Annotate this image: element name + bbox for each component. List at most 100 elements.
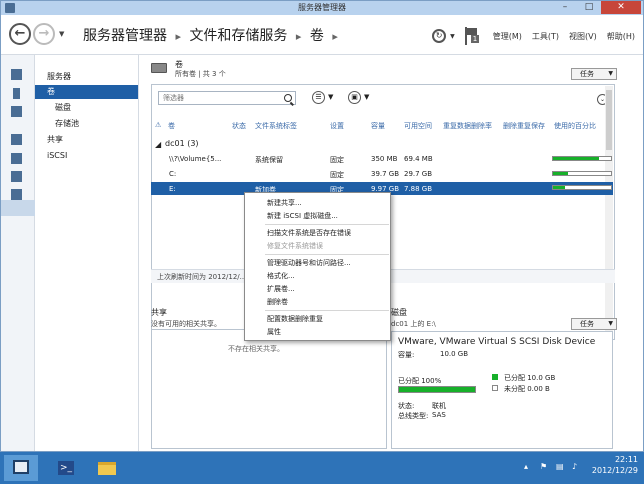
view-options-dropdown-icon[interactable]: ▼ [328, 93, 333, 101]
search-icon[interactable] [284, 94, 292, 102]
volume-name[interactable]: \\?\Volume{5... [169, 155, 221, 163]
sidebar-item-disks[interactable]: 磁盘 [35, 101, 138, 115]
volume-name[interactable]: E: [169, 185, 176, 193]
sidebar-item-storage-pools[interactable]: 存储池 [35, 117, 138, 131]
maximize-button[interactable]: □ [577, 1, 601, 14]
breadcrumb-item[interactable]: 卷 [310, 28, 324, 44]
column-header-capacity[interactable]: 容量 [371, 121, 385, 133]
menu-separator [265, 224, 389, 225]
disk-bus-label: 总线类型: [398, 412, 429, 420]
file-storage-icon[interactable] [11, 189, 22, 200]
menu-item-repair-fs[interactable]: 修复文件系统错误 [267, 241, 323, 251]
menu-separator [265, 254, 389, 255]
usage-bar [552, 171, 612, 176]
save-query-dropdown-icon[interactable]: ▼ [364, 93, 369, 101]
column-header-percent-used[interactable]: 使用的百分比 [554, 121, 596, 133]
column-header-dedup-rate[interactable]: 重复数据删除率 [443, 121, 492, 133]
disk-allocation-bar [398, 386, 476, 393]
disk-allocation-fill [399, 387, 475, 392]
warning-column-icon[interactable]: ⚠ [155, 121, 161, 133]
group-expand-icon[interactable]: ◢ [155, 140, 161, 149]
column-header-status[interactable]: 状态 [232, 121, 246, 133]
volume-capacity: 39.7 GB [371, 170, 400, 178]
shares-subtitle: 没有可用的相关共享。 [151, 320, 221, 328]
file-storage-active-icon[interactable] [1, 200, 35, 216]
menu-item-delete[interactable]: 删除卷 [267, 297, 288, 307]
menu-item-extend[interactable]: 扩展卷... [267, 284, 295, 294]
tray-arrow-icon[interactable]: ▴ [524, 462, 534, 472]
server-manager-taskbar-icon[interactable] [4, 455, 38, 481]
volumes-subtitle: 所有卷 | 共 3 个 [175, 70, 226, 78]
notifications-flag-icon[interactable]: 1 [464, 27, 480, 45]
dashboard-icon[interactable] [11, 69, 22, 80]
ad-ds-icon[interactable] [11, 134, 22, 145]
group-header[interactable]: dc01 (3) [165, 139, 199, 148]
header: ← → ▼ 服务器管理器 ▸ 文件和存储服务 ▸ 卷 ▸ ↻ ▼ 1 管理(M)… [1, 15, 643, 55]
disk-name: VMware, VMware Virtual S SCSI Disk Devic… [398, 337, 596, 347]
menu-item-new-iscsi-disk[interactable]: 新建 iSCSI 虚拟磁盘... [267, 211, 338, 221]
menu-item-scan-fs[interactable]: 扫描文件系统是否存在错误 [267, 228, 351, 238]
usage-bar [552, 185, 612, 190]
close-button[interactable]: ✕ [601, 1, 641, 14]
menu-tools[interactable]: 工具(T) [532, 31, 559, 42]
iis-icon[interactable] [11, 171, 22, 182]
column-header-dedup-savings[interactable]: 删除重复保存 [503, 121, 545, 133]
column-header-fs-label[interactable]: 文件系统标签 [255, 121, 297, 133]
network-icon[interactable]: ▤ [556, 462, 566, 472]
refresh-icon[interactable]: ↻ [432, 29, 447, 43]
column-header-free-space[interactable]: 可用空间 [404, 121, 432, 133]
shares-panel: 不存在相关共享。 [151, 329, 387, 449]
breadcrumb-item[interactable]: 文件和存储服务 [189, 28, 287, 44]
column-header-setting[interactable]: 设置 [330, 121, 344, 133]
filter-input[interactable]: 筛选器 [158, 91, 296, 105]
menu-item-new-share[interactable]: 新建共享... [267, 198, 302, 208]
forward-button[interactable]: → [33, 23, 55, 45]
menu-item-configure-dedup[interactable]: 配置数据删除重复 [267, 314, 323, 324]
sidebar-item-iscsi[interactable]: iSCSI [35, 149, 138, 163]
breadcrumb-separator-icon: ▸ [175, 30, 181, 43]
title-bar[interactable]: 服务器管理器 – □ ✕ [1, 1, 643, 15]
volume-section-icon [151, 63, 167, 73]
view-options-icon[interactable]: ☰ [312, 91, 325, 104]
allocated-legend-swatch [492, 374, 498, 380]
clock[interactable]: 22:11 2012/12/29 [592, 454, 638, 476]
vertical-scrollbar[interactable] [605, 86, 613, 336]
breadcrumb-separator-icon: ▸ [295, 30, 302, 43]
volumes-tasks-dropdown[interactable]: 任务 [571, 68, 617, 80]
volume-icon[interactable]: ♪ [572, 462, 582, 472]
sidebar: 服务器 卷 磁盘 存储池 共享 iSCSI [35, 55, 139, 451]
sidebar-item-volumes[interactable]: 卷 [35, 85, 138, 99]
breadcrumb: 服务器管理器 ▸ 文件和存储服务 ▸ 卷 ▸ [83, 25, 342, 45]
sidebar-item-shares[interactable]: 共享 [35, 133, 138, 147]
volume-setting: 固定 [330, 156, 344, 164]
shares-empty-text: 不存在相关共享。 [228, 345, 284, 353]
usage-bar-fill [553, 186, 566, 189]
tray-flag-icon[interactable]: ⚑ [540, 462, 550, 472]
history-dropdown-icon[interactable]: ▼ [59, 30, 64, 38]
column-header-volume[interactable]: 卷 [168, 121, 175, 133]
minimize-button[interactable]: – [553, 1, 577, 14]
disk-title: 磁盘 [391, 308, 407, 317]
menu-item-properties[interactable]: 属性 [267, 327, 281, 337]
disk-tasks-dropdown[interactable]: 任务 [571, 318, 617, 330]
context-menu: 新建共享... 新建 iSCSI 虚拟磁盘... 扫描文件系统是否存在错误 修复… [244, 192, 391, 341]
menu-view[interactable]: 视图(V) [569, 31, 597, 42]
disk-bus-value: SAS [432, 411, 446, 419]
menu-item-manage-drive-letter[interactable]: 管理驱动器号和访问路径... [267, 258, 351, 268]
menu-item-format[interactable]: 格式化... [267, 271, 295, 281]
server-manager-window: 服务器管理器 – □ ✕ ← → ▼ 服务器管理器 ▸ 文件和存储服务 ▸ 卷 … [0, 0, 644, 452]
volume-name[interactable]: C: [169, 170, 176, 178]
back-button[interactable]: ← [9, 23, 31, 45]
menu-help[interactable]: 帮助(H) [607, 31, 635, 42]
breadcrumb-item[interactable]: 服务器管理器 [83, 28, 167, 44]
explorer-taskbar-icon[interactable] [90, 455, 124, 481]
menu-manage[interactable]: 管理(M) [493, 31, 522, 42]
sidebar-item-servers[interactable]: 服务器 [35, 70, 138, 84]
save-query-icon[interactable]: ▣ [348, 91, 361, 104]
disk-capacity-label: 容量: [398, 351, 415, 359]
local-server-icon[interactable] [13, 88, 20, 99]
dns-icon[interactable] [11, 153, 22, 164]
powershell-taskbar-icon[interactable]: >_ [48, 455, 82, 481]
refresh-dropdown-icon[interactable]: ▼ [450, 33, 455, 40]
all-servers-icon[interactable] [11, 106, 22, 117]
